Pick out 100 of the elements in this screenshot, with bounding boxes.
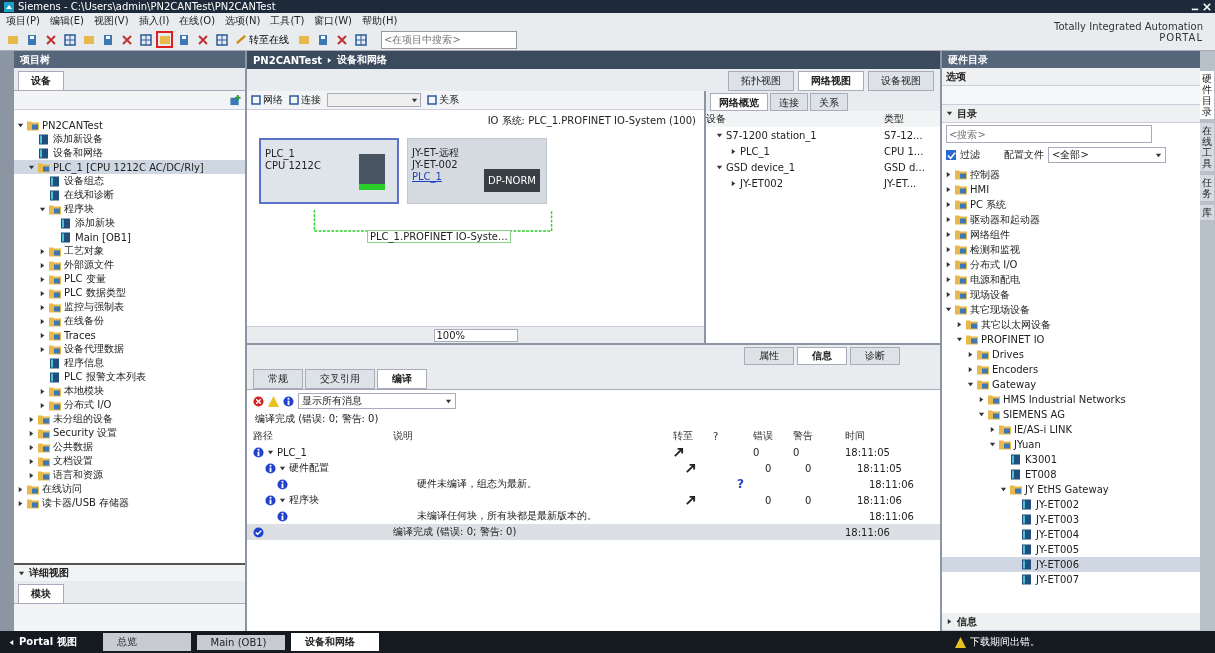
collapse-arrow-icon[interactable] xyxy=(945,306,952,313)
tree-item[interactable]: 其它现场设备 xyxy=(942,302,1200,317)
tree-item[interactable]: 分布式 I/O xyxy=(942,257,1200,272)
view-tab[interactable]: 网络视图 xyxy=(798,71,864,91)
tree-item[interactable]: 其它以太网设备 xyxy=(942,317,1200,332)
tab[interactable]: 编译 xyxy=(377,369,427,389)
tree-item[interactable]: JYuan xyxy=(942,437,1200,452)
collapse-arrow-icon[interactable] xyxy=(978,411,985,418)
tab[interactable]: 常规 xyxy=(253,369,303,389)
expand-arrow-icon[interactable] xyxy=(945,201,952,208)
tree-item[interactable]: 在线备份 xyxy=(14,314,245,328)
expand-arrow-icon[interactable] xyxy=(730,179,737,187)
section-header[interactable]: 详细视图 xyxy=(14,565,245,581)
tree-item[interactable]: 外部源文件 xyxy=(14,258,245,272)
search-field[interactable]: <搜索> xyxy=(946,125,1152,143)
device-box[interactable]: PLC_1 CPU 1212C xyxy=(259,138,399,204)
tree-item[interactable]: Gateway xyxy=(942,377,1200,392)
tree-item[interactable]: PROFINET IO xyxy=(942,332,1200,347)
taskbar-item[interactable]: 总览 xyxy=(102,633,191,651)
expand-arrow-icon[interactable] xyxy=(39,345,46,353)
menu-item[interactable]: 项目(P) xyxy=(6,14,40,28)
tree-item[interactable]: 驱动器和起动器 xyxy=(942,212,1200,227)
expand-arrow-icon[interactable] xyxy=(39,261,46,269)
taskbar-item[interactable]: 设备和网络 xyxy=(290,633,379,651)
menu-item[interactable]: 工具(T) xyxy=(270,14,305,28)
menu-item[interactable]: 窗口(W) xyxy=(314,14,352,28)
toolbar-button[interactable] xyxy=(61,31,78,48)
goto-arrow-icon[interactable] xyxy=(673,446,684,458)
tree-item[interactable]: 设备和网络 xyxy=(14,146,245,160)
controller-link[interactable]: PLC_1 xyxy=(412,171,442,183)
expand-arrow-icon[interactable] xyxy=(989,426,996,433)
portal-view-button[interactable]: Portal 视图 xyxy=(4,635,97,649)
expand-arrow-icon[interactable] xyxy=(730,147,737,155)
collapse-arrow-icon[interactable] xyxy=(956,336,963,343)
tree-item[interactable]: 工艺对象 xyxy=(14,244,245,258)
toolbar-button[interactable] xyxy=(213,31,230,48)
tree-item[interactable]: 添加新块 xyxy=(14,216,245,230)
zoom-field[interactable]: 100% xyxy=(433,328,518,342)
tree-item[interactable]: Traces xyxy=(14,328,245,342)
side-tab[interactable]: 硬件目录 xyxy=(1200,71,1214,119)
collapse-arrow-icon[interactable] xyxy=(28,163,35,171)
tree-item[interactable]: PLC 报警文本列表 xyxy=(14,370,245,384)
tree-item[interactable]: Security 设置 xyxy=(14,426,245,440)
table-row[interactable]: GSD device_1 GSD d... xyxy=(706,159,940,175)
tree-item[interactable]: 在线访问 xyxy=(14,482,245,496)
tree-item[interactable]: 程序块 xyxy=(14,202,245,216)
tree-item[interactable]: PLC 数据类型 xyxy=(14,286,245,300)
expand-arrow-icon[interactable] xyxy=(39,275,46,283)
tree-item[interactable]: ET008 xyxy=(942,467,1200,482)
collapse-arrow-icon[interactable] xyxy=(716,163,723,171)
tab[interactable]: 设备 xyxy=(18,71,64,90)
menu-item[interactable]: 选项(N) xyxy=(225,14,261,28)
tree-item[interactable]: 控制器 xyxy=(942,167,1200,182)
toolbar-button[interactable] xyxy=(156,31,173,48)
tree-item[interactable]: 设备代理数据 xyxy=(14,342,245,356)
tree-item[interactable]: 监控与强制表 xyxy=(14,300,245,314)
expand-arrow-icon[interactable] xyxy=(967,366,974,373)
view-tab[interactable]: 设备视图 xyxy=(868,71,934,91)
collapse-arrow-icon[interactable] xyxy=(967,381,974,388)
expand-arrow-icon[interactable] xyxy=(39,331,46,339)
expand-arrow-icon[interactable] xyxy=(39,247,46,255)
tree-item[interactable]: 添加新设备 xyxy=(14,132,245,146)
message-row[interactable]: 未编译任何块，所有块都是最新版本的。 18:11:06 xyxy=(247,508,940,524)
message-filter-dropdown[interactable]: 显示所有消息 xyxy=(298,393,456,409)
expand-arrow-icon[interactable] xyxy=(945,276,952,283)
expand-arrow-icon[interactable] xyxy=(978,396,985,403)
collapse-arrow-icon[interactable] xyxy=(18,569,25,577)
menu-item[interactable]: 视图(V) xyxy=(93,14,129,28)
info-filter-icon[interactable] xyxy=(283,395,294,407)
device-box[interactable]: JY-ET-远程 JY-ET-002 PLC_1 DP-NORM xyxy=(407,138,547,204)
tab[interactable]: 信息 xyxy=(797,347,847,365)
filter-checkbox[interactable] xyxy=(946,150,956,160)
collapse-arrow-icon[interactable] xyxy=(989,441,996,448)
expand-arrow-icon[interactable] xyxy=(945,216,952,223)
tree-item[interactable]: 现场设备 xyxy=(942,287,1200,302)
expand-arrow-icon[interactable] xyxy=(28,429,35,437)
tab[interactable]: 诊断 xyxy=(850,347,900,365)
section-header[interactable]: 信息 xyxy=(942,613,1200,631)
expand-arrow-icon[interactable] xyxy=(28,443,35,451)
expand-arrow-icon[interactable] xyxy=(945,231,952,238)
message-row[interactable]: 程序块 0 0 18:11:06 xyxy=(247,492,940,508)
toolbar-button[interactable]: 关系 xyxy=(427,93,459,107)
tree-item[interactable]: 读卡器/USB 存储器 xyxy=(14,496,245,510)
view-tab[interactable]: 拓扑视图 xyxy=(728,71,794,91)
tree-item[interactable]: 文档设置 xyxy=(14,454,245,468)
collapse-arrow-icon[interactable] xyxy=(267,448,274,456)
tree-item[interactable]: Main [OB1] xyxy=(14,230,245,244)
tree-item[interactable]: SIEMENS AG xyxy=(942,407,1200,422)
tree-item[interactable]: 网络组件 xyxy=(942,227,1200,242)
toolbar-button[interactable]: 网络 xyxy=(251,93,283,107)
tab[interactable]: 属性 xyxy=(744,347,794,365)
goto-arrow-icon[interactable] xyxy=(685,494,696,506)
tree-item[interactable]: PLC 变量 xyxy=(14,272,245,286)
expand-arrow-icon[interactable] xyxy=(28,471,35,479)
menu-item[interactable]: 在线(O) xyxy=(179,14,216,28)
tree-item[interactable]: 未分组的设备 xyxy=(14,412,245,426)
menu-item[interactable]: 编辑(E) xyxy=(49,14,84,28)
menu-item[interactable]: 帮助(H) xyxy=(362,14,398,28)
side-tab[interactable]: 任务 xyxy=(1200,175,1214,201)
side-tab[interactable]: 库 xyxy=(1200,205,1214,220)
